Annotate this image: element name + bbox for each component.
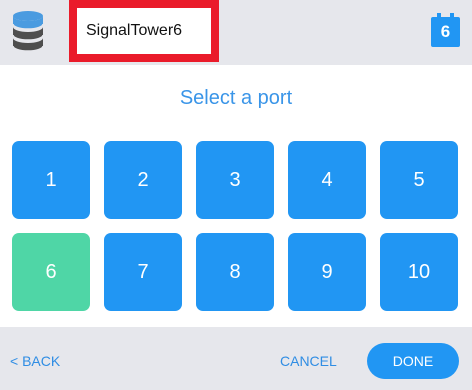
device-name-highlight (69, 0, 219, 62)
page-title: Select a port (179, 87, 293, 109)
port-selection-panel: Select a port 1 2 3 4 5 6 7 8 9 10 (0, 65, 472, 327)
cancel-button[interactable]: CANCEL (280, 353, 337, 369)
done-button[interactable]: DONE (367, 343, 459, 379)
port-button-9[interactable]: 9 (288, 233, 366, 311)
port-grid: 1 2 3 4 5 6 7 8 9 10 (12, 141, 460, 311)
port-button-2[interactable]: 2 (104, 141, 182, 219)
selected-port-number: 6 (440, 22, 451, 41)
port-button-10[interactable]: 10 (380, 233, 458, 311)
port-button-1[interactable]: 1 (12, 141, 90, 219)
port-button-5[interactable]: 5 (380, 141, 458, 219)
port-button-6[interactable]: 6 (12, 233, 90, 311)
database-stack-icon (11, 10, 45, 54)
bottom-bar: < BACK CANCEL DONE (0, 327, 472, 390)
port-button-3[interactable]: 3 (196, 141, 274, 219)
selected-port-badge: 6 (431, 13, 460, 47)
port-button-8[interactable]: 8 (196, 233, 274, 311)
top-bar: 6 (0, 0, 472, 65)
back-button[interactable]: < BACK (10, 353, 60, 369)
device-name-field[interactable] (77, 8, 211, 54)
port-button-4[interactable]: 4 (288, 141, 366, 219)
port-button-7[interactable]: 7 (104, 233, 182, 311)
